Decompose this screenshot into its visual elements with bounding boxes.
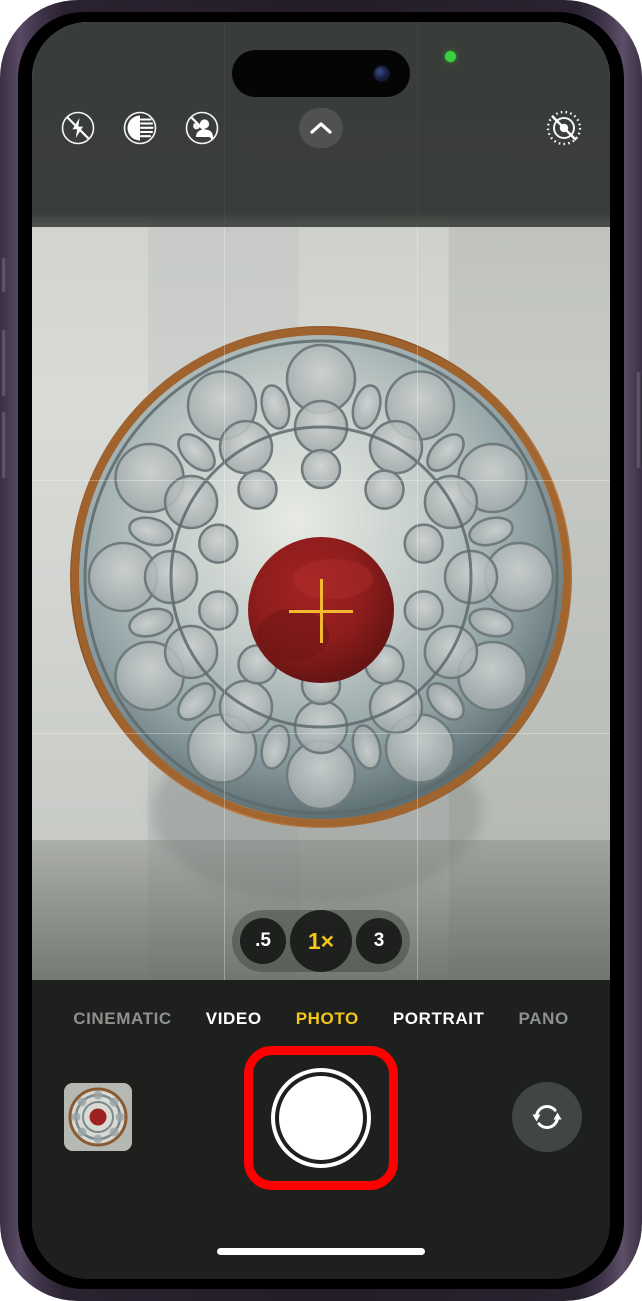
zoom-button-1x[interactable]: 1× <box>290 910 352 972</box>
portrait-off-icon[interactable] <box>180 106 224 150</box>
home-indicator[interactable] <box>217 1248 425 1255</box>
mode-cinematic[interactable]: CINEMATIC <box>56 1009 189 1029</box>
photo-library-thumbnail[interactable] <box>64 1083 132 1151</box>
phone-device-frame: .5 1× 3 CINEMATIC VIDEO PHOTO PORTRAIT P… <box>0 0 642 1301</box>
camera-bottom-bar: CINEMATIC VIDEO PHOTO PORTRAIT PANO <box>32 980 610 1279</box>
volume-up-button[interactable] <box>0 330 7 396</box>
mode-video[interactable]: VIDEO <box>189 1009 279 1029</box>
power-button[interactable] <box>635 372 642 468</box>
camera-mode-selector[interactable]: CINEMATIC VIDEO PHOTO PORTRAIT PANO <box>32 1002 610 1036</box>
zoom-button-3x[interactable]: 3 <box>356 918 402 964</box>
camera-viewfinder[interactable]: .5 1× 3 <box>32 22 610 980</box>
switch-camera-button[interactable] <box>512 1082 582 1152</box>
live-photo-off-icon[interactable] <box>542 106 586 150</box>
shutter-button[interactable] <box>275 1072 367 1164</box>
silent-switch[interactable] <box>0 258 7 292</box>
night-mode-icon[interactable] <box>118 106 162 150</box>
flash-off-icon[interactable] <box>56 106 100 150</box>
ceramic-plate-subject <box>61 317 581 837</box>
camera-flip-icon <box>532 1105 562 1129</box>
chevron-up-icon <box>310 122 332 134</box>
mode-pano[interactable]: PANO <box>502 1009 586 1029</box>
zoom-control[interactable]: .5 1× 3 <box>232 910 410 972</box>
mode-portrait[interactable]: PORTRAIT <box>376 1009 502 1029</box>
mode-photo[interactable]: PHOTO <box>279 1009 376 1029</box>
phone-screen: .5 1× 3 CINEMATIC VIDEO PHOTO PORTRAIT P… <box>32 22 610 1279</box>
screen-bezel: .5 1× 3 CINEMATIC VIDEO PHOTO PORTRAIT P… <box>18 12 624 1289</box>
camera-in-use-indicator <box>445 51 456 62</box>
shutter-row <box>32 1046 610 1210</box>
zoom-button-0.5x[interactable]: .5 <box>240 918 286 964</box>
dynamic-island <box>232 50 410 97</box>
volume-down-button[interactable] <box>0 412 7 478</box>
front-camera-lens-icon <box>375 67 388 80</box>
camera-top-controls <box>32 106 610 160</box>
show-camera-controls-button[interactable] <box>299 108 343 148</box>
